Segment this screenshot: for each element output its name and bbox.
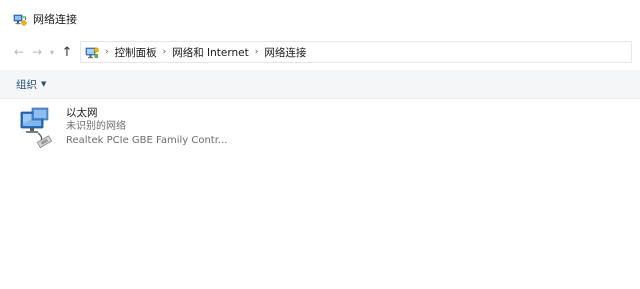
organize-label: 组织 [16,78,37,91]
breadcrumb-separator: › [105,47,109,57]
adapter-name: 以太网 [66,107,98,119]
adapter-device: Realtek PCIe GBE Family Contr... [66,135,228,146]
address-bar[interactable]: › 控制面板 › 网络和 Internet › 网络连接 [80,41,632,63]
window-title: 网络连接 [33,13,77,26]
breadcrumb-separator[interactable]: › [163,47,167,57]
connections-list: 以太网 未识别的网络 Realtek PCIe GBE Family Contr… [0,99,640,289]
chevron-down-icon: ▼ [41,80,47,88]
network-adapter-item[interactable]: 以太网 未识别的网络 Realtek PCIe GBE Family Contr… [18,106,258,154]
command-bar: 组织 ▼ [0,70,640,99]
ethernet-adapter-icon [18,106,58,150]
title-bar: 网络连接 [0,0,640,38]
adapter-text: 以太网 未识别的网络 Realtek PCIe GBE Family Contr… [66,106,227,154]
adapter-status: 未识别的网络 [66,121,126,132]
breadcrumb-control-panel[interactable]: 控制面板 [115,45,157,60]
breadcrumb-network-internet[interactable]: 网络和 Internet [172,45,249,60]
network-connections-icon [13,12,27,26]
forward-button[interactable]: → [28,42,46,62]
breadcrumb-network-connections[interactable]: 网络连接 [264,45,306,60]
network-connections-window: 网络连接 ← → ▾ ↑ › 控制面板 › 网络和 Internet › 网络连… [0,0,640,289]
navigation-bar: ← → ▾ ↑ › 控制面板 › 网络和 Internet › 网络连接 [0,40,640,64]
recent-locations-button[interactable]: ▾ [46,42,58,62]
back-button[interactable]: ← [10,42,28,62]
organize-button[interactable]: 组织 ▼ [16,77,46,92]
control-panel-icon [85,45,99,59]
up-button[interactable]: ↑ [58,42,76,62]
breadcrumb-separator[interactable]: › [255,47,259,57]
